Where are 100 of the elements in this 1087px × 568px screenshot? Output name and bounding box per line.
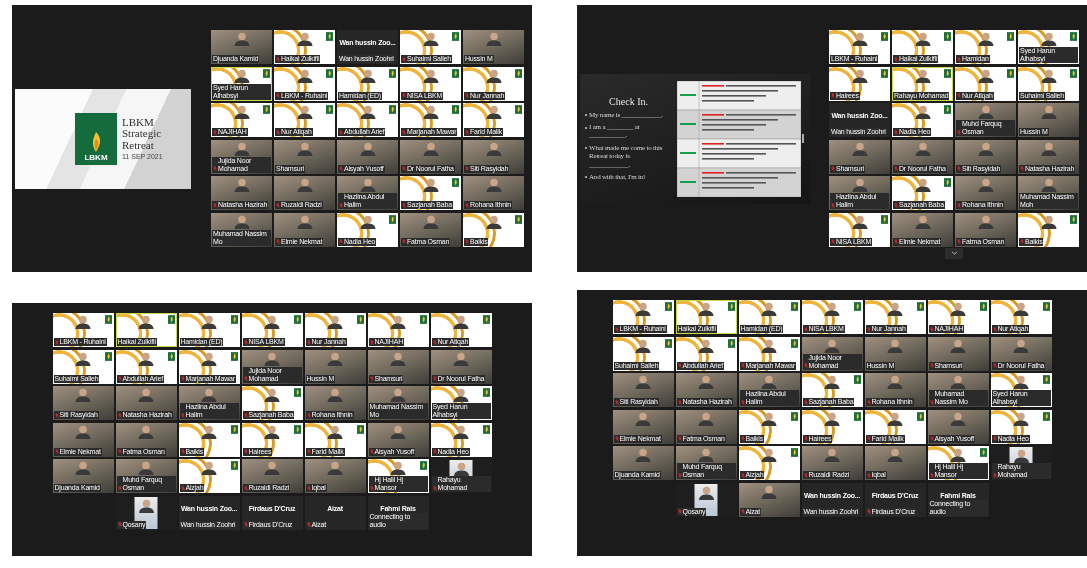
person-silhouette-icon	[421, 67, 440, 83]
person-silhouette-icon	[1012, 448, 1030, 463]
logo-icon	[419, 461, 427, 470]
person-silhouette-icon	[823, 410, 841, 426]
person-silhouette-icon	[1012, 301, 1030, 316]
person-silhouette-icon	[200, 387, 218, 402]
logo-icon	[104, 351, 112, 361]
logo-icon	[853, 375, 861, 384]
logo-icon	[389, 105, 396, 115]
person-silhouette-icon	[484, 67, 503, 83]
person-silhouette-icon	[886, 301, 904, 316]
person-silhouette-icon	[760, 374, 778, 389]
person-silhouette-icon	[452, 461, 470, 476]
person-silhouette-icon	[823, 374, 841, 389]
person-silhouette-icon	[326, 460, 344, 475]
person-silhouette-icon	[1039, 31, 1058, 47]
person-silhouette-icon	[74, 387, 92, 402]
person-silhouette-icon	[697, 301, 715, 316]
person-silhouette-icon	[421, 104, 440, 120]
logo-icon	[944, 32, 951, 42]
person-silhouette-icon	[976, 67, 995, 83]
person-silhouette-icon	[232, 213, 251, 229]
person-silhouette-icon	[295, 67, 314, 83]
logo-icon	[944, 105, 951, 115]
person-silhouette-icon	[421, 213, 440, 229]
person-silhouette-icon	[949, 374, 967, 389]
person-silhouette-icon	[358, 67, 377, 83]
person-silhouette-icon	[295, 104, 314, 120]
person-silhouette-icon	[1039, 177, 1058, 193]
person-silhouette-icon	[697, 337, 715, 353]
logo-text: LBKM	[84, 152, 108, 162]
logo-icon	[230, 461, 238, 470]
person-silhouette-icon	[949, 410, 967, 426]
person-silhouette-icon	[850, 177, 869, 193]
person-silhouette-icon	[949, 301, 967, 316]
show-more-button[interactable]	[945, 247, 963, 259]
logo-icon	[1070, 214, 1077, 224]
person-silhouette-icon	[697, 410, 715, 426]
person-silhouette-icon	[913, 140, 932, 156]
person-silhouette-icon	[976, 140, 995, 156]
logo-icon	[979, 448, 987, 457]
person-silhouette-icon	[484, 31, 503, 47]
person-silhouette-icon	[389, 314, 407, 329]
logo-icon	[293, 388, 301, 397]
logo-icon	[167, 315, 175, 324]
logo-icon	[1070, 68, 1077, 78]
logo-icon	[1007, 32, 1014, 42]
person-silhouette-icon	[976, 213, 995, 229]
logo-icon	[515, 68, 522, 78]
logo-icon	[326, 68, 333, 78]
person-silhouette-icon	[850, 213, 869, 229]
person-silhouette-icon	[358, 177, 377, 193]
logo-icon	[230, 315, 238, 324]
person-silhouette-icon	[200, 423, 218, 439]
person-silhouette-icon	[232, 67, 251, 83]
person-silhouette-icon	[1012, 410, 1030, 426]
chevron-down-icon	[950, 251, 958, 256]
logo-icon	[853, 411, 861, 421]
logo-icon	[419, 315, 427, 324]
logo-icon	[263, 68, 270, 78]
person-silhouette-icon	[389, 387, 407, 402]
logo-icon	[515, 105, 522, 115]
person-silhouette-icon	[823, 337, 841, 353]
logo-icon	[104, 315, 112, 324]
person-silhouette-icon	[634, 301, 652, 316]
person-silhouette-icon	[74, 460, 92, 475]
person-silhouette-icon	[976, 104, 995, 120]
person-silhouette-icon	[74, 350, 92, 366]
person-silhouette-icon	[823, 301, 841, 316]
person-silhouette-icon	[389, 460, 407, 475]
logo-icon	[389, 214, 396, 224]
person-silhouette-icon	[697, 447, 715, 462]
person-silhouette-icon	[421, 177, 440, 193]
person-silhouette-icon	[232, 177, 251, 193]
logo-icon	[664, 338, 672, 348]
person-silhouette-icon	[295, 213, 314, 229]
person-silhouette-icon	[326, 387, 344, 402]
logo-icon	[790, 338, 798, 348]
person-silhouette-icon	[137, 350, 155, 366]
person-silhouette-icon	[913, 177, 932, 193]
logo-icon	[790, 302, 798, 311]
logo-icon	[293, 424, 301, 434]
person-silhouette-icon	[886, 447, 904, 462]
logo-icon	[482, 315, 490, 324]
logo-icon	[1070, 32, 1077, 42]
person-silhouette-icon	[358, 140, 377, 156]
person-silhouette-icon	[389, 350, 407, 366]
person-silhouette-icon	[850, 31, 869, 47]
person-silhouette-icon	[760, 410, 778, 426]
person-silhouette-icon	[232, 140, 251, 156]
logo-icon	[916, 302, 924, 311]
logo-icon	[263, 105, 270, 115]
logo-icon	[326, 105, 333, 115]
person-silhouette-icon	[200, 460, 218, 475]
logo-icon	[790, 448, 798, 457]
person-silhouette-icon	[1039, 104, 1058, 120]
logo-icon	[727, 338, 735, 348]
person-silhouette-icon	[263, 460, 281, 475]
logo-icon	[167, 351, 175, 361]
person-silhouette-icon	[358, 213, 377, 229]
